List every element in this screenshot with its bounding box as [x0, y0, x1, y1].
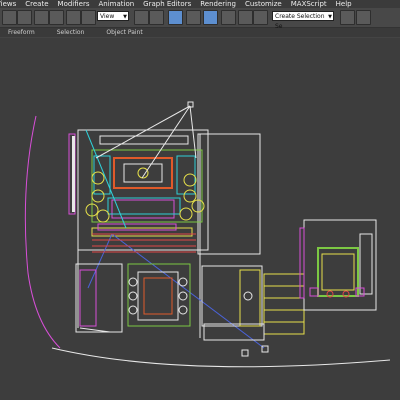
mirror-icon[interactable] [238, 10, 253, 25]
unlink-icon[interactable] [49, 10, 64, 25]
camera-target-line [87, 233, 113, 289]
move-icon[interactable] [134, 10, 149, 25]
bench [91, 227, 193, 237]
stair-block [239, 269, 261, 327]
dining-chair [178, 291, 188, 301]
side-table [179, 207, 193, 221]
menu-graph-editors[interactable]: Graph Editors [143, 0, 191, 8]
wall-line [79, 327, 111, 333]
armchair [183, 173, 197, 187]
nightstand [309, 287, 319, 297]
main-toolbar: View ▼ Create Selection Se ▼ [0, 8, 400, 30]
wardrobe [359, 233, 373, 295]
snap-icon[interactable] [186, 10, 201, 25]
tv-cabinet [99, 135, 189, 145]
bed [317, 247, 359, 297]
dining-chair [178, 305, 188, 315]
menu-views[interactable]: Views [0, 0, 16, 8]
angle-snap-icon[interactable] [203, 10, 218, 25]
light-line [141, 105, 191, 179]
dining-chair [128, 305, 138, 315]
corridor [201, 265, 263, 327]
chevron-down-icon: ▼ [328, 14, 332, 20]
select-icon[interactable] [66, 10, 81, 25]
curved-wall-arc-left [24, 115, 61, 349]
reference-coordinate-value: View [100, 13, 115, 20]
room-outline-right [197, 133, 261, 255]
menu-help[interactable]: Help [336, 0, 352, 8]
align-icon[interactable] [253, 10, 268, 25]
menu-create[interactable]: Create [25, 0, 48, 8]
link-icon[interactable] [34, 10, 49, 25]
menu-modifiers[interactable]: Modifiers [58, 0, 90, 8]
bench-magenta [97, 223, 177, 231]
armchair [91, 189, 105, 203]
dining-chair [178, 277, 188, 287]
menu-animation[interactable]: Animation [98, 0, 134, 8]
dining-chair [128, 291, 138, 301]
ribbon-tabs: Freeform Selection Object Paint [0, 28, 400, 37]
room-lower-left [75, 263, 123, 333]
curved-wall-arc-bottom [51, 347, 391, 368]
coffee-table-inner [123, 163, 163, 183]
camera-target-line [111, 233, 265, 349]
rotate-icon[interactable] [149, 10, 164, 25]
undo-icon[interactable] [2, 10, 17, 25]
bedroom-wall-magenta [299, 227, 305, 299]
percent-snap-icon[interactable] [221, 10, 236, 25]
side-table [96, 209, 110, 223]
menu-customize[interactable]: Customize [245, 0, 282, 8]
wall-segment [72, 136, 75, 212]
cabinet-lower-left [79, 269, 97, 327]
select-region-icon[interactable] [81, 10, 96, 25]
material-editor-icon[interactable] [356, 10, 371, 25]
armchair [183, 189, 197, 203]
tab-freeform[interactable]: Freeform [8, 29, 35, 36]
dining-table-inner [143, 277, 173, 315]
dining-chair [128, 277, 138, 287]
sink [241, 349, 249, 357]
chevron-down-icon: ▼ [123, 14, 127, 20]
reference-coordinate-dropdown[interactable]: View ▼ [97, 11, 129, 21]
sofa-left [93, 155, 111, 195]
tab-selection[interactable]: Selection [57, 29, 85, 36]
menu-rendering[interactable]: Rendering [200, 0, 236, 8]
stairs [263, 273, 305, 335]
redo-icon[interactable] [17, 10, 32, 25]
toilet [243, 291, 253, 301]
selection-set-dropdown[interactable]: Create Selection Se ▼ [272, 11, 334, 30]
bed-inner [321, 253, 355, 291]
scale-icon[interactable] [168, 10, 183, 25]
tab-object-paint[interactable]: Object Paint [106, 29, 142, 36]
menu-bar: Views Create Modifiers Animation Graph E… [0, 0, 400, 8]
menu-maxscript[interactable]: MAXScript [291, 0, 327, 8]
coffee-table [113, 157, 173, 189]
viewport-canvas[interactable] [0, 38, 400, 400]
top-viewport[interactable] [0, 38, 400, 400]
render-icon[interactable] [340, 10, 355, 25]
